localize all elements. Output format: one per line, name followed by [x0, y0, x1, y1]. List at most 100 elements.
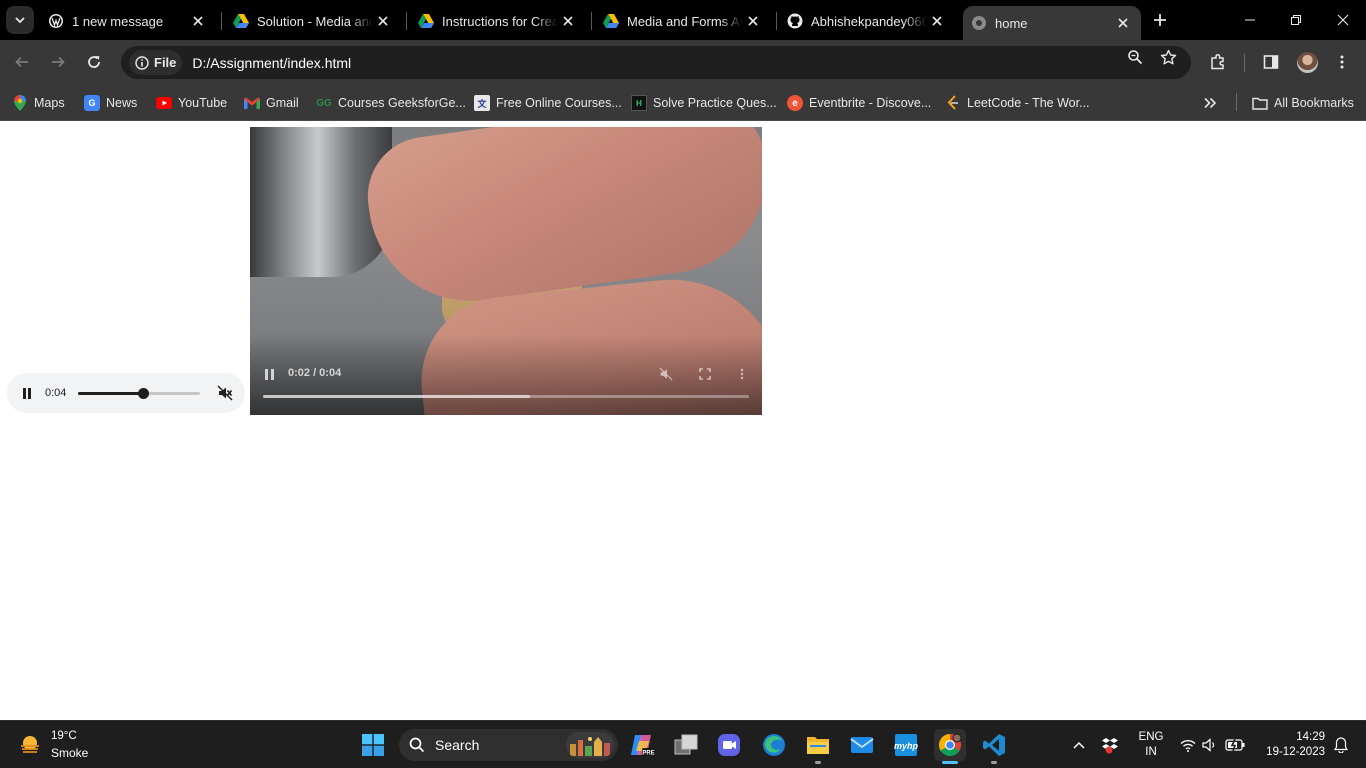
- bookmark-label: LeetCode - The Wor...: [967, 96, 1090, 110]
- tab-github[interactable]: Abhishekpandey0666: [779, 6, 955, 36]
- plus-icon: [1154, 14, 1166, 26]
- back-button[interactable]: [10, 50, 34, 74]
- practice-icon: H: [631, 95, 647, 111]
- search-highlight-illustration: [566, 732, 614, 758]
- pause-icon: [23, 387, 31, 399]
- file-explorer-app[interactable]: [802, 729, 834, 764]
- audio-progress-slider[interactable]: [78, 388, 200, 399]
- new-tab-button[interactable]: [1150, 10, 1170, 30]
- system-clock[interactable]: 14:29 19-12-2023: [1253, 730, 1325, 760]
- taskbar-search[interactable]: Search: [399, 729, 618, 761]
- globe-icon: [971, 15, 987, 31]
- weather-haze-icon[interactable]: [18, 733, 42, 757]
- site-info-chip[interactable]: File: [129, 50, 183, 75]
- tab-home[interactable]: home: [963, 6, 1141, 40]
- vscode-app[interactable]: [978, 729, 1010, 764]
- language-indicator[interactable]: ENG IN: [1136, 730, 1166, 760]
- close-icon[interactable]: [927, 11, 947, 31]
- video-player[interactable]: 0:02 / 0:04: [250, 127, 762, 415]
- chevron-down-icon: [15, 17, 25, 24]
- tab-1-new-message[interactable]: 1 new message: [40, 6, 216, 36]
- video-mute-button[interactable]: [656, 364, 676, 384]
- copilot-app[interactable]: PRE: [626, 729, 658, 761]
- clock-time: 14:29: [1296, 731, 1325, 743]
- forward-button[interactable]: [46, 50, 70, 74]
- all-bookmarks-button[interactable]: All Bookmarks: [1252, 92, 1354, 114]
- battery-status[interactable]: [1225, 735, 1245, 755]
- audio-progress-thumb[interactable]: [137, 388, 149, 399]
- bookmark-news[interactable]: G News: [84, 92, 137, 114]
- url-text[interactable]: D:/Assignment/index.html: [192, 55, 351, 71]
- tab-title: Media and Forms Ass: [627, 13, 743, 29]
- task-view-button[interactable]: [670, 729, 702, 761]
- bookmark-star-button[interactable]: [1157, 46, 1179, 68]
- bookmark-label: Gmail: [266, 96, 299, 110]
- extensions-button[interactable]: [1207, 51, 1229, 73]
- tab-search-button[interactable]: [6, 6, 34, 34]
- wordpress-icon: [48, 13, 64, 29]
- tab-strip: 1 new message Solution - Media and Instr…: [0, 0, 1366, 40]
- notifications-button[interactable]: [1331, 735, 1351, 755]
- restore-button[interactable]: [1284, 8, 1308, 32]
- news-icon: G: [84, 95, 100, 111]
- hp-app[interactable]: myhp: [890, 729, 922, 761]
- teams-chat-app[interactable]: [713, 729, 745, 761]
- bookmark-eventbrite[interactable]: e Eventbrite - Discove...: [787, 92, 931, 114]
- close-icon[interactable]: [373, 11, 393, 31]
- close-window-button[interactable]: [1331, 8, 1355, 32]
- audio-pause-button[interactable]: [15, 381, 39, 405]
- start-button[interactable]: [357, 729, 389, 761]
- address-bar[interactable]: File D:/Assignment/index.html: [121, 46, 1191, 79]
- tab-media-forms[interactable]: Media and Forms Ass: [595, 6, 771, 36]
- bookmark-free-courses[interactable]: 文 Free Online Courses...: [474, 92, 622, 114]
- google-drive-icon: [603, 13, 619, 29]
- audio-mute-button[interactable]: [213, 381, 237, 405]
- close-icon[interactable]: [188, 11, 208, 31]
- double-chevron-right-icon: [1204, 97, 1217, 109]
- bookmarks-overflow-button[interactable]: [1203, 92, 1217, 114]
- reload-button[interactable]: [82, 50, 106, 74]
- tab-solution-media[interactable]: Solution - Media and: [225, 6, 401, 36]
- toolbar-divider: [1244, 54, 1245, 72]
- battery-charging-icon: [1225, 739, 1245, 751]
- edge-app[interactable]: [758, 729, 790, 761]
- tab-separator: [406, 12, 407, 30]
- audio-player[interactable]: 0:04: [7, 373, 245, 413]
- all-bookmarks-label: All Bookmarks: [1274, 96, 1354, 110]
- bookmark-leetcode[interactable]: LeetCode - The Wor...: [945, 92, 1090, 114]
- fullscreen-icon: [699, 368, 711, 380]
- profile-avatar[interactable]: [1297, 52, 1318, 73]
- side-panel-button[interactable]: [1260, 51, 1282, 73]
- minimize-button[interactable]: [1238, 8, 1262, 32]
- bookmark-maps[interactable]: Maps: [12, 92, 65, 114]
- video-more-button[interactable]: [732, 364, 752, 384]
- video-fullscreen-button[interactable]: [695, 364, 715, 384]
- svg-text:PRE: PRE: [642, 751, 654, 757]
- zoom-button[interactable]: [1124, 46, 1146, 68]
- close-icon: [1337, 14, 1349, 26]
- dropbox-tray-button[interactable]: [1100, 735, 1120, 755]
- chrome-app[interactable]: [934, 729, 966, 764]
- bookmark-solve-practice[interactable]: H Solve Practice Ques...: [631, 92, 777, 114]
- weather-temperature[interactable]: 19°C: [51, 730, 77, 742]
- video-progress-slider[interactable]: [263, 395, 749, 398]
- bookmark-geeksforgeeks[interactable]: GG Courses GeeksforGe...: [316, 92, 466, 114]
- bookmark-gmail[interactable]: Gmail: [244, 92, 299, 114]
- chrome-icon: [939, 733, 962, 756]
- github-icon: [787, 13, 803, 29]
- bookmark-youtube[interactable]: YouTube: [156, 92, 227, 114]
- bookmarks-bar: Maps G News YouTube Gmail GG Courses Gee…: [0, 85, 1366, 121]
- volume-status[interactable]: [1200, 735, 1220, 755]
- bookmark-label: Maps: [34, 96, 65, 110]
- mail-app[interactable]: [846, 729, 878, 761]
- weather-condition[interactable]: Smoke: [51, 746, 88, 760]
- wifi-status[interactable]: [1178, 735, 1198, 755]
- video-pause-button[interactable]: [259, 364, 279, 384]
- menu-button[interactable]: [1331, 51, 1353, 73]
- close-icon[interactable]: [1113, 13, 1133, 33]
- tab-instructions[interactable]: Instructions for Creati: [410, 6, 586, 36]
- pause-icon: [264, 368, 274, 380]
- close-icon[interactable]: [743, 11, 763, 31]
- show-hidden-icons-button[interactable]: [1069, 735, 1089, 755]
- close-icon[interactable]: [558, 11, 578, 31]
